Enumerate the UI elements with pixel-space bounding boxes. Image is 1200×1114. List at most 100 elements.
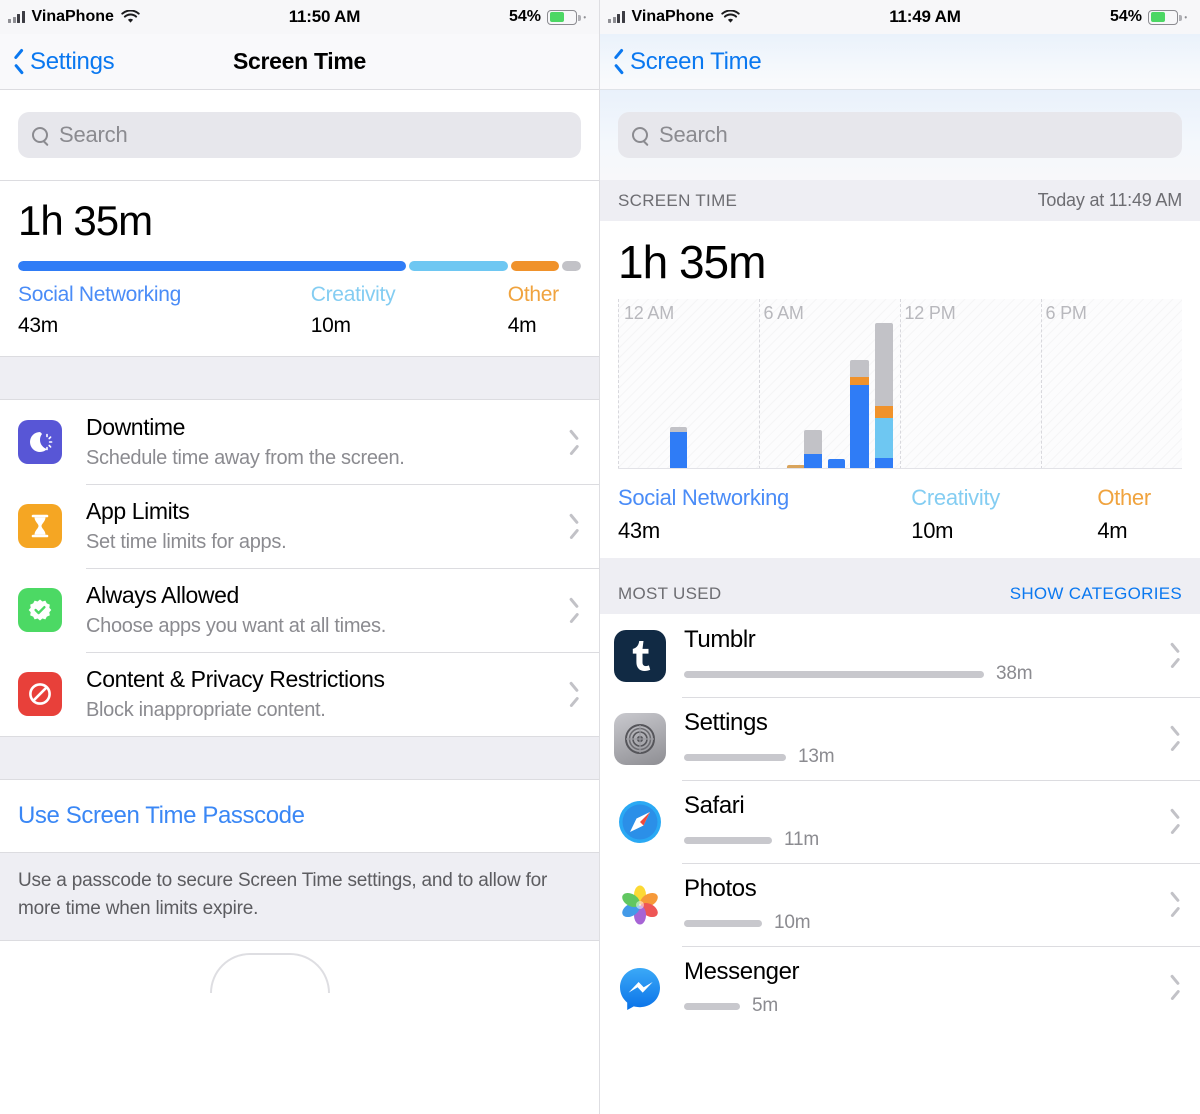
segment-social (874, 458, 894, 468)
row-subtitle: Schedule time away from the screen. (86, 447, 405, 469)
meter-track (684, 670, 984, 678)
chevron-right-icon (568, 683, 581, 705)
chart-baseline (618, 468, 1182, 469)
app-row-safari[interactable]: Safari 11m (600, 780, 1200, 863)
segment-creativity (874, 418, 894, 458)
row-title: Content & Privacy Restrictions (86, 666, 385, 692)
legend-value: 43m (618, 518, 660, 543)
app-name: Messenger (684, 958, 800, 985)
photos-icon (614, 878, 666, 931)
segment-social (669, 432, 688, 468)
settings-row-always-allowed[interactable]: Always Allowed Choose apps you want at a… (0, 568, 599, 652)
legend-label: Social Networking (618, 485, 789, 510)
usage-segment-creativity (409, 261, 508, 271)
status-cutoff: ⸱ (1184, 10, 1188, 25)
legend-item-other: Other 4m (1097, 485, 1151, 544)
legend-item-social: Social Networking 43m (618, 485, 911, 544)
most-used-title: MOST USED (618, 584, 722, 603)
app-usage-time: 38m (996, 663, 1033, 684)
usage-segment-unlabeled (561, 261, 581, 271)
nav-bar-right: Screen Time (600, 34, 1200, 90)
status-right-group: 54% ⸱ (1110, 8, 1190, 26)
chevron-right-icon (1169, 977, 1182, 999)
app-row-messenger[interactable]: Messenger 5m (600, 946, 1200, 1029)
back-button-screen-time[interactable]: Screen Time (612, 47, 762, 76)
legend-item-creativity: Creativity 10m (911, 485, 1097, 544)
app-usage-time: 5m (752, 995, 778, 1016)
wifi-icon (721, 10, 740, 23)
legend-value: 10m (310, 314, 351, 337)
show-categories-button[interactable]: SHOW CATEGORIES (1010, 584, 1182, 604)
segment-other (850, 377, 869, 385)
legend-value: 10m (911, 518, 954, 543)
hourglass-icon (18, 504, 62, 548)
hourly-chart-block: 1h 35m 12 AM 6 AM 12 PM 6 PM Social Netw… (600, 221, 1200, 544)
app-row-content: Safari 11m (684, 792, 1169, 851)
row-title: Downtime (86, 414, 186, 440)
most-used-app-list: Tumblr 38m Settings 13m Safari 11m Photo… (600, 614, 1200, 1029)
chart-bar-hour-11 (874, 323, 894, 468)
screen-time-section-header: SCREEN TIME Today at 11:49 AM (600, 180, 1200, 221)
app-usage-time: 11m (784, 829, 819, 850)
segment-social (827, 459, 846, 468)
app-row-photos[interactable]: Photos 10m (600, 863, 1200, 946)
chart-bar-hour-9 (827, 459, 846, 468)
use-screen-time-passcode-button[interactable]: Use Screen Time Passcode (0, 780, 599, 852)
meter-track (684, 919, 762, 927)
settings-row-content-privacy[interactable]: Content & Privacy Restrictions Block ina… (0, 652, 599, 736)
total-screen-time: 1h 35m (18, 197, 153, 244)
search-placeholder: Search (59, 122, 128, 147)
legend-value: 43m (18, 314, 58, 337)
safari-icon (614, 795, 666, 848)
row-title: Always Allowed (86, 582, 239, 608)
meter-track (684, 753, 786, 761)
settings-row-downtime[interactable]: Downtime Schedule time away from the scr… (0, 400, 599, 484)
screen-time-detail-panel: VinaPhone 11:49 AM 54% ⸱ Screen Time Sea… (600, 0, 1200, 1114)
search-icon (632, 126, 649, 144)
app-usage-time: 10m (774, 912, 811, 933)
chevron-right-icon (1169, 728, 1182, 750)
segment-social (850, 385, 869, 468)
legend-label: Creativity (310, 283, 396, 306)
x-tick-6am: 6 AM (763, 303, 804, 323)
battery-percent-label: 54% (1109, 8, 1142, 25)
section-title: SCREEN TIME (618, 190, 738, 210)
row-subtitle: Choose apps you want at all times. (86, 615, 386, 637)
settings-row-app-limits[interactable]: App Limits Set time limits for apps. (0, 484, 599, 568)
chevron-right-icon (1169, 811, 1182, 833)
row-subtitle: Block inappropriate content. (86, 699, 326, 721)
usage-summary-left: 1h 35m Social Networking 43m Creativity … (0, 181, 599, 356)
row-title: App Limits (86, 498, 190, 524)
segment-social (804, 454, 822, 468)
app-row-tumblr[interactable]: Tumblr 38m (600, 614, 1200, 697)
x-tick-6pm: 6 PM (1045, 303, 1087, 323)
carrier-label: VinaPhone (31, 8, 114, 25)
usage-segment-other (510, 261, 559, 271)
app-row-content: Photos 10m (684, 875, 1169, 934)
x-tick-12pm: 12 PM (904, 303, 956, 323)
search-input[interactable]: Search (18, 112, 581, 158)
chevron-right-icon (568, 515, 581, 537)
app-usage-meter: 11m (684, 829, 1169, 851)
status-left-group: VinaPhone (608, 8, 740, 26)
legend-item-other: Other 4m (508, 283, 559, 338)
status-clock: 11:49 AM (889, 7, 961, 26)
status-right-group: 54% ⸱ (509, 8, 589, 26)
chevron-right-icon (568, 431, 581, 453)
app-row-settings[interactable]: Settings 13m (600, 697, 1200, 780)
signal-bars-icon (8, 11, 25, 23)
status-left-group: VinaPhone (8, 8, 140, 26)
back-button-settings[interactable]: Settings (12, 48, 115, 76)
back-button-label: Screen Time (630, 47, 762, 75)
partial-control-below-fold (0, 941, 599, 994)
nav-bar-left: Settings Screen Time (0, 34, 599, 90)
chevron-right-icon (568, 599, 581, 621)
search-input[interactable]: Search (618, 112, 1182, 158)
chevron-right-icon (1169, 894, 1182, 916)
category-legend-right: Social Networking 43m Creativity 10m Oth… (618, 485, 1182, 544)
battery-icon (547, 9, 581, 25)
section-gap-2 (0, 736, 599, 780)
battery-percent-label: 54% (508, 8, 541, 25)
gridline-12pm (900, 299, 901, 469)
app-name: Settings (684, 709, 768, 736)
